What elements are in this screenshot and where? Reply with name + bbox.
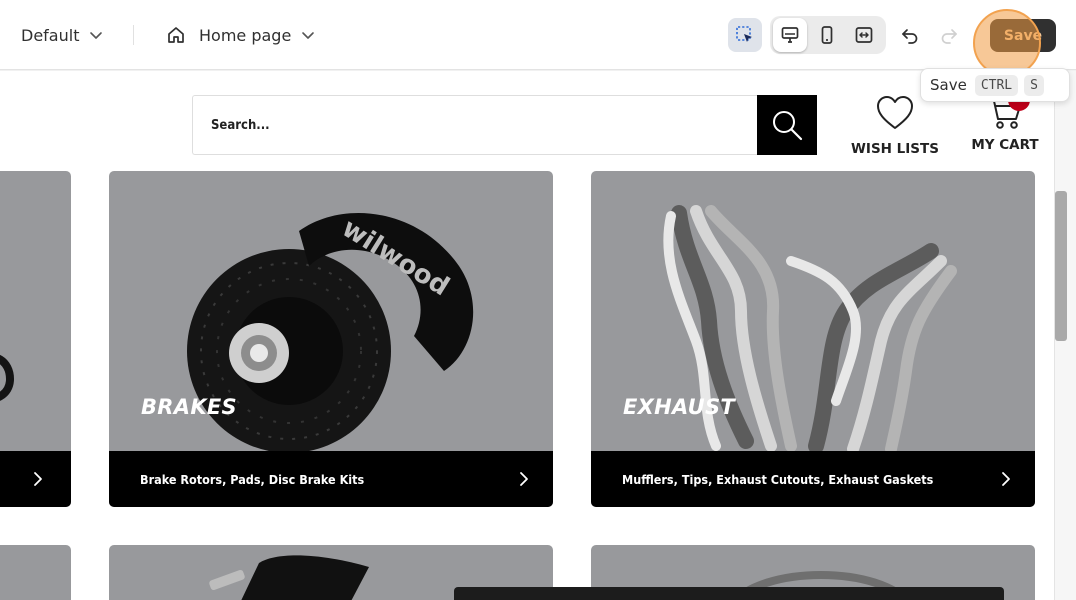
save-shortcut-tooltip: Save CTRL S (920, 68, 1070, 102)
page-selector[interactable]: Home page (166, 22, 315, 48)
redo-button[interactable] (932, 18, 966, 52)
category-caption: Mufflers, Tips, Exhaust Cutouts, Exhaust… (622, 471, 934, 487)
chevron-right-icon (520, 472, 528, 486)
full-width-view-button[interactable] (847, 18, 881, 52)
mobile-view-button[interactable] (810, 18, 844, 52)
heart-icon (877, 96, 913, 129)
select-element-icon (736, 26, 752, 42)
mobile-icon (821, 26, 833, 44)
desktop-icon (781, 27, 799, 43)
full-width-icon (855, 27, 873, 43)
search-input[interactable]: Search... (192, 95, 758, 155)
search-icon (773, 111, 803, 141)
category-caption-bar: Brake Rotors, Pads, Disc Brake Kits (109, 451, 553, 507)
cart-link[interactable]: MY CART (960, 89, 1050, 153)
preview-scrollbar-thumb[interactable] (1055, 191, 1067, 341)
chevron-down-icon (302, 32, 315, 39)
desktop-view-button[interactable] (773, 18, 807, 52)
chevron-right-icon (34, 472, 42, 486)
page-selector-label: Home page (199, 25, 292, 45)
category-title: BRAKES (141, 395, 237, 419)
shortcut-key-s: S (1024, 74, 1044, 96)
wishlist-link[interactable]: WISH LISTS (850, 95, 940, 157)
category-caption-bar: Mufflers, Tips, Exhaust Cutouts, Exhaust… (591, 451, 1035, 507)
category-card[interactable] (0, 545, 71, 600)
undo-icon (902, 29, 918, 44)
category-card-brakes[interactable]: wilwood BRAKES Brake Rotors, Pads, Disc … (109, 171, 553, 507)
toolbar-divider (133, 25, 134, 45)
category-caption-bar (0, 451, 71, 507)
chevron-right-icon (1002, 472, 1010, 486)
theme-selector[interactable]: Default (21, 22, 103, 48)
editor-toolbar: Default Home page Save (0, 0, 1076, 77)
bottom-notification-bar (454, 587, 1004, 600)
home-icon (168, 27, 184, 43)
category-caption: Brake Rotors, Pads, Disc Brake Kits (140, 471, 365, 487)
cart-label: MY CART (971, 137, 1039, 153)
category-title: EXHAUST (623, 395, 736, 419)
redo-icon (941, 29, 957, 44)
theme-selector-label: Default (21, 25, 80, 45)
category-card-exhaust[interactable]: EXHAUST Mufflers, Tips, Exhaust Cutouts,… (591, 171, 1035, 507)
undo-button[interactable] (893, 18, 927, 52)
store-header: Search... WISH LISTS MY CART (0, 71, 1054, 171)
store-preview: Search... WISH LISTS MY CART wilwood BRA… (0, 71, 1054, 600)
select-element-button[interactable] (728, 18, 762, 52)
shortcut-key-ctrl: CTRL (974, 74, 1019, 96)
save-button[interactable]: Save (990, 19, 1056, 52)
category-image (0, 355, 15, 401)
search-button[interactable] (757, 95, 817, 155)
wishlist-label: WISH LISTS (851, 141, 939, 157)
chevron-down-icon (90, 32, 103, 39)
tooltip-label: Save (930, 76, 967, 94)
category-grid: wilwood BRAKES Brake Rotors, Pads, Disc … (0, 171, 1054, 600)
category-card[interactable] (0, 171, 71, 507)
